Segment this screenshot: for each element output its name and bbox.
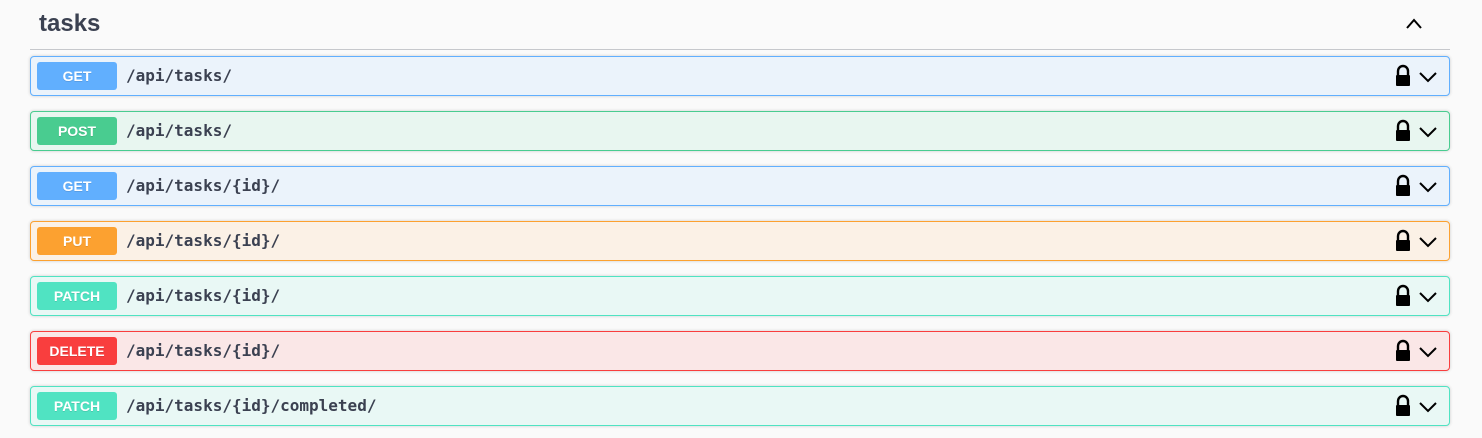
chevron-down-icon[interactable]	[1417, 176, 1439, 198]
chevron-down-icon[interactable]	[1417, 66, 1439, 88]
operation-put-task[interactable]: PUT /api/tasks/{id}/	[30, 221, 1450, 261]
lock-icon[interactable]	[1393, 394, 1413, 418]
operation-get-tasks[interactable]: GET /api/tasks/	[30, 56, 1450, 96]
tag-header[interactable]: tasks	[30, 0, 1450, 50]
method-badge: PATCH	[37, 392, 117, 420]
method-badge: PATCH	[37, 282, 117, 310]
operation-patch-task-completed[interactable]: PATCH /api/tasks/{id}/completed/	[30, 386, 1450, 426]
method-badge: DELETE	[37, 337, 117, 365]
method-badge: PUT	[37, 227, 117, 255]
tag-section-tasks: tasks GET /api/tasks/ POST /api/tasks/ G…	[0, 0, 1482, 438]
method-badge: POST	[37, 117, 117, 145]
operation-path: /api/tasks/{id}/	[126, 341, 281, 360]
chevron-down-icon[interactable]	[1417, 121, 1439, 143]
method-badge: GET	[37, 62, 117, 90]
chevron-down-icon[interactable]	[1417, 396, 1439, 418]
chevron-down-icon[interactable]	[1417, 231, 1439, 253]
lock-icon[interactable]	[1393, 64, 1413, 88]
lock-icon[interactable]	[1393, 119, 1413, 143]
lock-icon[interactable]	[1393, 229, 1413, 253]
operation-path: /api/tasks/{id}/	[126, 286, 281, 305]
tag-title: tasks	[39, 10, 101, 37]
lock-icon[interactable]	[1393, 174, 1413, 198]
operation-patch-task[interactable]: PATCH /api/tasks/{id}/	[30, 276, 1450, 316]
operation-path: /api/tasks/{id}/completed/	[126, 396, 377, 415]
operation-path: /api/tasks/{id}/	[126, 176, 281, 195]
method-badge: GET	[37, 172, 117, 200]
chevron-down-icon[interactable]	[1417, 286, 1439, 308]
lock-icon[interactable]	[1393, 339, 1413, 363]
operation-get-task-by-id[interactable]: GET /api/tasks/{id}/	[30, 166, 1450, 206]
operation-delete-task[interactable]: DELETE /api/tasks/{id}/	[30, 331, 1450, 371]
operation-path: /api/tasks/	[126, 121, 232, 140]
operation-path: /api/tasks/{id}/	[126, 231, 281, 250]
operation-post-tasks[interactable]: POST /api/tasks/	[30, 111, 1450, 151]
operation-path: /api/tasks/	[126, 66, 232, 85]
lock-icon[interactable]	[1393, 284, 1413, 308]
chevron-up-icon[interactable]	[1404, 14, 1424, 34]
chevron-down-icon[interactable]	[1417, 341, 1439, 363]
